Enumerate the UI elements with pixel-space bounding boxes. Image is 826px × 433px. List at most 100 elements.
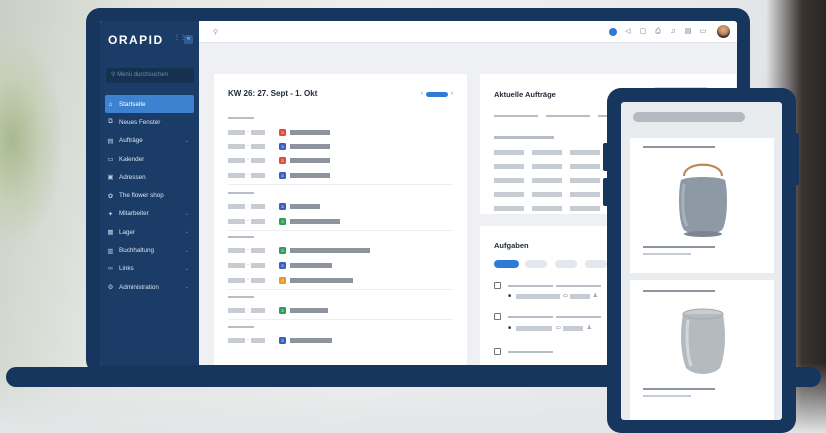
- day-header-line: [228, 117, 254, 119]
- time-end: [251, 157, 265, 163]
- phone-search-bar[interactable]: [633, 112, 745, 122]
- time-end: [251, 337, 265, 343]
- appointment-row[interactable]: - ☺: [228, 202, 320, 210]
- appointment-title-bar: [290, 129, 330, 135]
- home-icon: ⌂: [108, 100, 113, 108]
- phone-screen: [621, 102, 782, 420]
- today-button[interactable]: [426, 91, 448, 97]
- messages-icon[interactable]: ▭: [699, 27, 707, 36]
- avatar[interactable]: [717, 25, 730, 38]
- appointment-row[interactable]: - ☺: [228, 261, 332, 269]
- accounting-icon: ▥: [107, 247, 114, 255]
- sidebar-item-neues-fenster[interactable]: ⧉ Neues Fenster: [100, 113, 199, 131]
- time-end: [251, 307, 265, 313]
- task-meta: [563, 326, 583, 331]
- tasks-tab[interactable]: [585, 260, 607, 268]
- employees-icon: ✦: [107, 210, 114, 218]
- phone-frame: [607, 88, 796, 433]
- category-icon: ☺: [279, 306, 286, 314]
- order-cell: [532, 206, 562, 211]
- background-plant: [0, 40, 60, 240]
- task-checkbox[interactable]: [494, 348, 501, 355]
- chevron-down-icon: ⌄: [184, 229, 189, 236]
- sidebar-item-the-flower-shop[interactable]: ✿ The flower shop: [100, 186, 199, 204]
- sidebar-item-mitarbeiter[interactable]: ✦ Mitarbeiter ⌄: [100, 205, 199, 223]
- print-icon[interactable]: ⎙: [654, 27, 662, 36]
- sidebar-item-label: Neues Fenster: [119, 118, 161, 126]
- folder-icon: ■: [508, 293, 512, 299]
- appointment-row[interactable]: - ☺: [228, 276, 353, 284]
- sidebar-item-label: Mitarbeiter: [119, 210, 149, 218]
- appointment-row[interactable]: - ☺: [228, 128, 330, 136]
- sidebar-item-lager[interactable]: ▦ Lager ⌄: [100, 223, 199, 241]
- order-cell: [494, 178, 524, 183]
- chat-icon[interactable]: ▢: [639, 27, 647, 36]
- chevron-down-icon: ⌄: [184, 247, 189, 254]
- day-header-line: [228, 326, 254, 328]
- sidebar-item-adressen[interactable]: ▣ Adressen: [100, 168, 199, 186]
- gear-icon: ⚙: [107, 284, 114, 292]
- next-week-button[interactable]: ›: [451, 91, 453, 97]
- appointment-row[interactable]: - ☺: [228, 246, 370, 254]
- appointment-row[interactable]: - ☺: [228, 336, 332, 344]
- category-icon: ☺: [279, 336, 286, 344]
- product-title-line: [643, 146, 715, 148]
- sidebar-item-administration[interactable]: ⚙ Administration ⌄: [100, 278, 199, 296]
- sidebar-search-input[interactable]: ⚲ Menü durchsuchen: [106, 68, 194, 83]
- time-end: [251, 262, 265, 268]
- time-end: [251, 129, 265, 135]
- task-line: [556, 285, 601, 287]
- appointment-row[interactable]: - ☺: [228, 142, 330, 150]
- address-book-icon: ▣: [107, 174, 114, 182]
- warehouse-icon: ▦: [107, 229, 114, 237]
- product-desc-line: [643, 388, 715, 390]
- appointment-title-bar: [290, 218, 340, 224]
- search-icon[interactable]: ⚲: [213, 28, 218, 36]
- appointment-row[interactable]: - ☺: [228, 306, 328, 314]
- task-checkbox[interactable]: [494, 282, 501, 289]
- calendar-icon: ▭: [556, 325, 561, 331]
- person-icon: ♙: [587, 325, 592, 331]
- appointment-row[interactable]: - ☺: [228, 171, 330, 179]
- product-title-line: [643, 290, 715, 292]
- prev-week-button[interactable]: ‹: [421, 91, 423, 97]
- sidebar-item-startseite[interactable]: ⌂ Startseite: [105, 95, 194, 114]
- category-icon: ☺: [279, 276, 286, 284]
- bell-icon[interactable]: ♫: [669, 27, 677, 36]
- appointment-title-bar: [290, 307, 328, 313]
- order-cell: [532, 178, 562, 183]
- task-checkbox[interactable]: [494, 313, 501, 320]
- sidebar-item-buchhaltung[interactable]: ▥ Buchhaltung ⌄: [100, 241, 199, 259]
- tasks-tab[interactable]: [525, 260, 547, 268]
- person-icon: ♙: [593, 293, 598, 299]
- orders-column-line: [546, 115, 590, 117]
- sidebar-item-links[interactable]: ∞ Links ⌄: [100, 260, 199, 278]
- order-cell: [532, 150, 562, 155]
- order-cell: [494, 150, 524, 155]
- tasks-tab-active[interactable]: [494, 260, 519, 268]
- collapse-sidebar-icon[interactable]: «: [184, 35, 193, 44]
- sidebar-item-aufträge[interactable]: ▤ Aufträge ⌄: [100, 132, 199, 150]
- time-start: [228, 172, 245, 178]
- notification-dot-icon[interactable]: [609, 27, 617, 36]
- megaphone-icon[interactable]: ◁: [624, 27, 632, 36]
- tasks-tab[interactable]: [555, 260, 577, 268]
- orders-title: Aktuelle Aufträge: [494, 90, 556, 99]
- time-start: [228, 277, 245, 283]
- appointment-row[interactable]: - ☺: [228, 156, 330, 164]
- category-icon: ☺: [279, 142, 286, 150]
- appointment-row[interactable]: - ☺: [228, 217, 340, 225]
- week-panel: KW 26: 27. Sept - 1. Okt ‹ › - ☺ - ☺ - ☺ - ☺ - ☺ -…: [214, 74, 467, 365]
- menu-dots-icon[interactable]: ⋮⋮: [174, 35, 186, 42]
- topbar: ⚲ ◁ ▢ ⎙ ♫ ▤ ▭: [199, 21, 737, 43]
- document-icon[interactable]: ▤: [684, 27, 692, 36]
- lantern-product-image: [679, 163, 727, 237]
- product-desc-line: [643, 253, 691, 255]
- product-card[interactable]: [630, 280, 774, 420]
- task-line: [508, 285, 553, 287]
- sidebar-item-label: Lager: [119, 228, 136, 236]
- task-line: [508, 351, 553, 353]
- sidebar-item-kalender[interactable]: ▭ Kalender: [100, 150, 199, 168]
- product-card[interactable]: [630, 138, 774, 273]
- task-meta: [516, 326, 552, 331]
